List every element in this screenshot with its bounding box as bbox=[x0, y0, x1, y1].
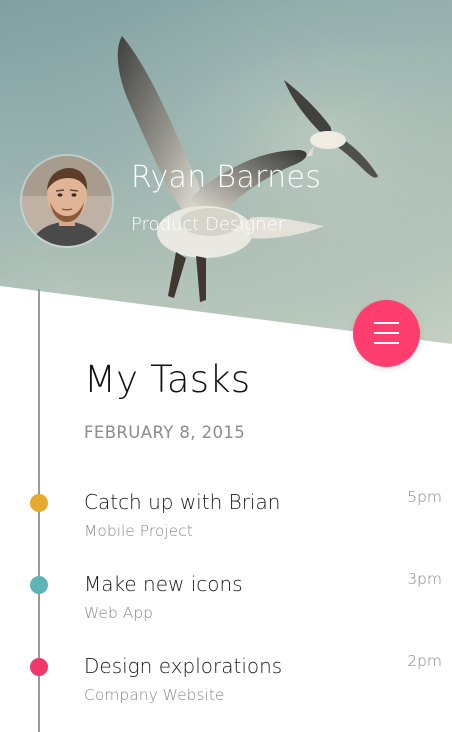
task-item[interactable]: Design explorations Company Website 2pm bbox=[0, 652, 452, 714]
task-time: 2pm bbox=[407, 652, 442, 670]
profile-header: Ryan Barnes Product Designer bbox=[0, 0, 452, 344]
task-item[interactable]: Catch up with Brian Mobile Project 5pm bbox=[0, 488, 452, 550]
task-project: Mobile Project bbox=[84, 522, 193, 540]
task-screen: Ryan Barnes Product Designer My Tasks FE… bbox=[0, 0, 452, 732]
task-status-dot bbox=[30, 658, 48, 676]
menu-button[interactable] bbox=[353, 300, 420, 367]
task-project: Web App bbox=[84, 604, 154, 622]
task-status-dot bbox=[30, 494, 48, 512]
section-date: FEBRUARY 8, 2015 bbox=[84, 423, 246, 442]
task-item[interactable]: Make new icons Web App 3pm bbox=[0, 570, 452, 632]
profile-name: Ryan Barnes bbox=[131, 160, 322, 195]
task-title: Catch up with Brian bbox=[84, 490, 281, 514]
section-title: My Tasks bbox=[84, 358, 251, 401]
task-title: Make new icons bbox=[84, 572, 243, 596]
profile-role: Product Designer bbox=[131, 214, 286, 235]
avatar-photo bbox=[22, 156, 112, 246]
task-time: 3pm bbox=[407, 570, 442, 588]
task-status-dot bbox=[30, 576, 48, 594]
task-project: Company Website bbox=[84, 686, 225, 704]
avatar[interactable] bbox=[22, 156, 112, 246]
task-title: Design explorations bbox=[84, 654, 283, 678]
task-time: 5pm bbox=[407, 488, 442, 506]
